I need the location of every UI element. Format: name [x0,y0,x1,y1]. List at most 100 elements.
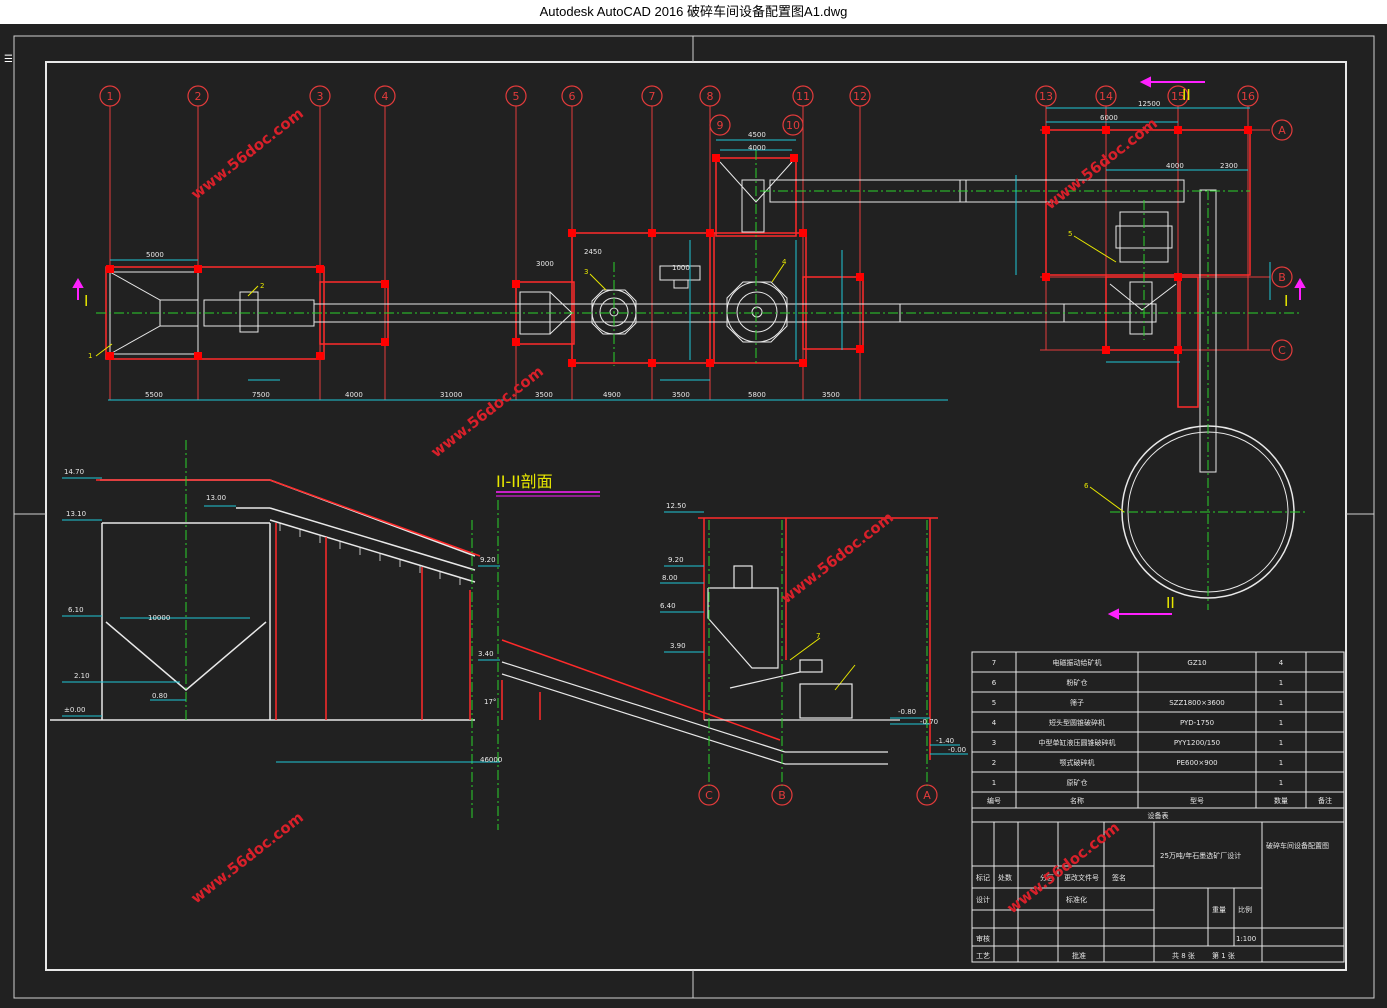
table-cell: PYD-1750 [1180,719,1214,727]
project-name: 25万吨/年石墨选矿厂设计 [1160,851,1241,860]
table-cell: 1 [1279,759,1283,767]
drawing-name: 破碎车间设备配置图 [1266,841,1329,850]
axis-label: 3 [317,90,324,103]
watermark: www.56doc.com [427,362,547,461]
title-cell: 标准化 [1066,895,1087,904]
dim-text: 7500 [252,391,270,399]
table-cell: 1 [1279,699,1283,707]
table-cell: 4 [1279,659,1284,667]
title-cell: 更改文件号 [1064,873,1099,882]
table-header: 数量 [1274,796,1288,805]
title-cell: 重量 [1212,906,1226,914]
elevation-text: 0.80 [152,692,168,700]
elevation-text: 9.20 [480,556,496,564]
callout-label: 5 [1068,230,1072,238]
menu-icon[interactable]: ☰ [4,54,16,66]
callout-label: 3 [584,268,588,276]
dim-text: 6000 [1100,114,1118,122]
axis-label: 1 [107,90,114,103]
table-cell: 1 [1279,679,1283,687]
table-cell: 短头型圆锥破碎机 [1049,718,1105,727]
table-cell: 6 [992,679,997,687]
dim-text: 3500 [535,391,553,399]
dim-text: 4000 [1166,162,1184,170]
axis-label: 11 [796,90,810,103]
dim-text: 3500 [672,391,690,399]
table-cell: 筛子 [1070,698,1084,707]
axis-bubbles [99,85,1293,806]
callout-label: 2 [260,282,264,290]
dim-text: 5500 [145,391,163,399]
elevation-text: 13.10 [66,510,86,518]
table-cell: 2 [992,759,996,767]
dim-text: 3000 [536,260,554,268]
dim-text: 12500 [1138,100,1160,108]
axis-label: B [778,789,786,802]
elevation-text: 46000 [480,756,502,764]
table-cell: 3 [992,739,996,747]
table-cell: 7 [992,659,996,667]
dim-text: 5000 [146,251,164,259]
axis-label: C [705,789,713,802]
slope-angle: 17° [484,698,496,706]
dim-text: 3500 [822,391,840,399]
table-cell: 4 [992,719,997,727]
table-cell: 1 [1279,719,1283,727]
cut-mark-label: II [1166,594,1175,612]
window-title: Autodesk AutoCAD 2016 破碎车间设备配置图A1.dwg [0,0,1387,24]
callout-label: 4 [782,258,787,266]
axis-label: 16 [1241,90,1255,103]
dim-text: 4000 [345,391,363,399]
axis-label: 7 [649,90,656,103]
elevation-text: 2.10 [74,672,90,680]
cut-mark-label: II [1182,86,1191,104]
watermark: www.56doc.com [187,808,307,907]
dim-text: 5800 [748,391,766,399]
elevation-text: 9.20 [668,556,684,564]
title-cell: 批准 [1072,951,1086,960]
dim-text: 2300 [1220,162,1238,170]
axis-label: 8 [707,90,714,103]
hopper-width: 10000 [148,614,170,622]
table-cell: 颚式破碎机 [1060,758,1095,767]
dim-text: 31000 [440,391,462,399]
axis-label: 13 [1039,90,1053,103]
table-header: 备注 [1318,796,1332,805]
elevation-text: -1.40 [936,737,954,745]
elevation-text: 12.50 [666,502,686,510]
title-cell: 签名 [1112,873,1126,882]
table-cell: 5 [992,699,996,707]
elevation-text: 13.00 [206,494,226,502]
callout-label: 1 [88,352,92,360]
dim-text: 1000 [672,264,690,272]
callout-label: 7 [816,632,820,640]
table-header: 名称 [1070,796,1084,805]
table-cell: 粉矿仓 [1067,678,1088,687]
axis-label: A [1278,124,1286,137]
title-cell: 处数 [998,873,1012,882]
axis-label: 4 [382,90,389,103]
cut-mark-label: I [1284,292,1288,310]
watermark: www.56doc.com [1041,114,1161,213]
axis-label: 9 [717,119,724,132]
axis-label: A [923,789,931,802]
table-header: 编号 [987,796,1001,805]
table-cell: SZZ1800×3600 [1169,699,1225,707]
axis-label: 14 [1099,90,1113,103]
title-cell: 工艺 [976,952,990,960]
elevation-text: 6.10 [68,606,84,614]
title-cell: 审核 [976,934,990,943]
scale-value: 1:100 [1236,935,1256,943]
section-title: II-II剖面 [496,472,553,491]
plan-view: 5500 7500 4000 31000 3500 4900 3500 5800… [72,76,1306,806]
elevation-text: 14.70 [64,468,84,476]
axis-label: C [1278,344,1286,357]
axis-label: 5 [513,90,520,103]
axis-label: B [1278,271,1286,284]
drawing-canvas[interactable]: 5500 7500 4000 31000 3500 4900 3500 5800… [0,24,1387,1008]
cut-mark-label: I [84,292,88,310]
elevation-text: -0.80 [898,708,916,716]
table-cell: 1 [1279,779,1283,787]
title-cell: 共 8 张 [1172,951,1195,960]
axis-label: 2 [195,90,202,103]
